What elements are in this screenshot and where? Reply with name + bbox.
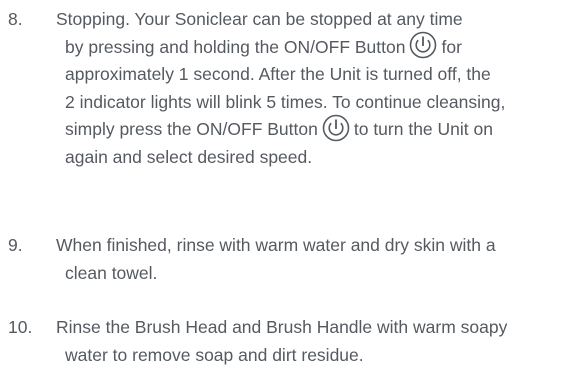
step-line: clean towel. bbox=[65, 262, 158, 283]
step-line: simply press the ON/OFF Button to turn th… bbox=[56, 114, 586, 144]
step-text: When finished, rinse with warm water and… bbox=[56, 232, 586, 287]
step-text: Stopping. Your Soniclear can be stopped … bbox=[56, 6, 586, 171]
step-line: Stopping. Your Soniclear can be stopped … bbox=[56, 9, 463, 29]
step-line-segment: simply press the ON/OFF Button bbox=[65, 119, 318, 139]
step-line: Rinse the Brush Head and Brush Handle wi… bbox=[56, 317, 508, 337]
step-line: by pressing and holding the ON/OFF Butto… bbox=[56, 31, 586, 62]
step-line-segment: to turn the Unit on bbox=[353, 119, 493, 139]
power-icon bbox=[322, 114, 350, 142]
step-line: approximately 1 second. After the Unit i… bbox=[65, 64, 491, 84]
step-line: again and select desired speed. bbox=[65, 146, 313, 167]
step-line-segment: by pressing and holding the ON/OFF Butto… bbox=[65, 36, 406, 57]
step-text: Rinse the Brush Head and Brush Handle wi… bbox=[56, 314, 586, 369]
step-line-segment: for bbox=[441, 36, 462, 57]
instruction-list: 8. Stopping. Your Soniclear can be stopp… bbox=[0, 0, 587, 381]
step-line: When finished, rinse with warm water and… bbox=[56, 235, 496, 255]
step-line: water to remove soap and dirt residue. bbox=[65, 344, 364, 365]
step-line: 2 indicator lights will blink 5 times. T… bbox=[65, 91, 506, 112]
power-icon bbox=[409, 31, 437, 59]
step-number: 10. bbox=[8, 317, 33, 337]
step-number: 8. bbox=[8, 9, 23, 29]
step-number: 9. bbox=[8, 235, 23, 255]
